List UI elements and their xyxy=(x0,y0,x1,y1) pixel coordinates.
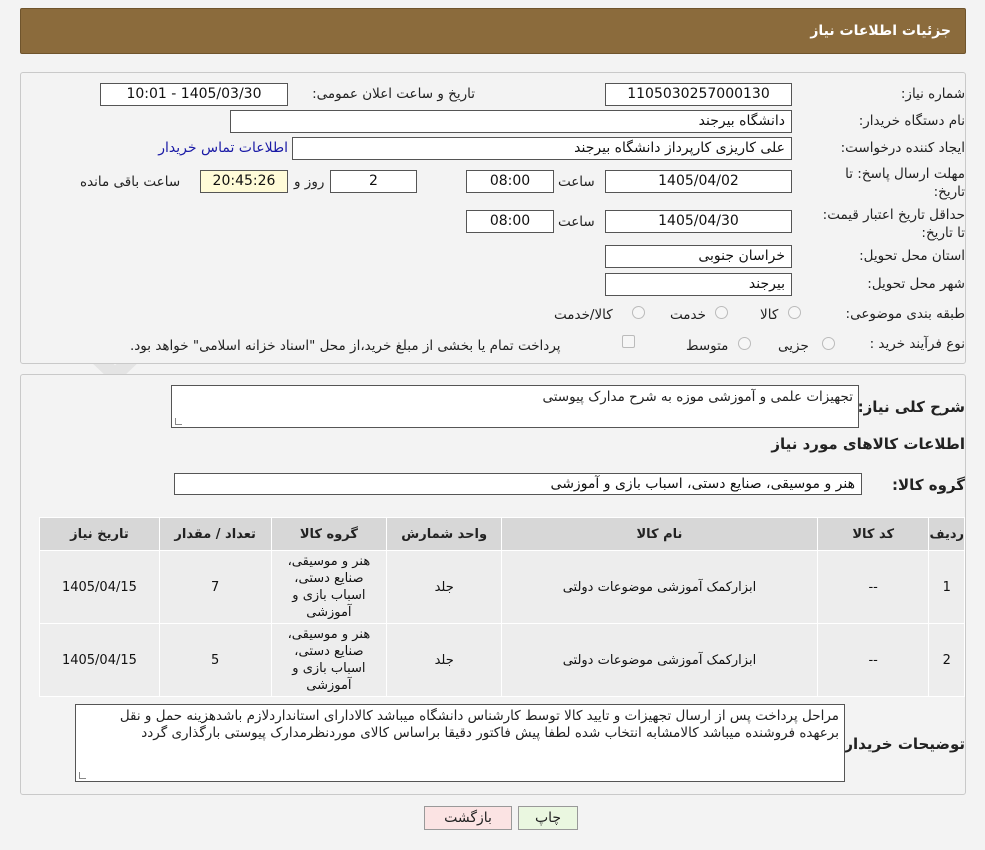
description-text: تجهیزات علمی و آموزشی موزه به شرح مدارک … xyxy=(542,389,853,405)
price-date-field: 1405/04/30 xyxy=(605,210,792,233)
category-goods-service-label: کالا/خدمت xyxy=(554,307,613,323)
resize-grip-icon[interactable] xyxy=(175,418,182,425)
process-medium-radio[interactable] xyxy=(738,337,751,350)
resize-grip-icon[interactable] xyxy=(79,772,86,779)
price-validity-label: حداقل تاریخ اعتبار قیمت: تا تاریخ: xyxy=(822,207,965,241)
goods-info-title: اطلاعات کالاهای مورد نیاز xyxy=(771,435,965,453)
process-label: نوع فرآیند خرید : xyxy=(869,336,965,352)
cell-qty: 7 xyxy=(158,550,272,624)
description-textarea[interactable]: تجهیزات علمی و آموزشی موزه به شرح مدارک … xyxy=(171,385,859,428)
cell-unit: جلد xyxy=(386,550,503,624)
need-number-field: 1105030257000130 xyxy=(605,83,792,106)
category-service-label: خدمت xyxy=(670,307,706,323)
days-field: 2 xyxy=(330,170,417,193)
reply-time-field: 08:00 xyxy=(466,170,554,193)
buyer-notes-text: مراحل پرداخت پس از ارسال تجهیزات و تایید… xyxy=(119,708,839,741)
back-button[interactable]: بازگشت xyxy=(424,806,512,830)
cell-group: هنر و موسیقی، صنایع دستی، اسباب بازی و آ… xyxy=(270,550,388,624)
category-service-radio[interactable] xyxy=(715,306,728,319)
buyer-org-field: دانشگاه بیرجند xyxy=(230,110,792,133)
col-header-name: نام کالا xyxy=(501,517,818,551)
treasury-checkbox[interactable] xyxy=(622,335,635,348)
col-header-unit: واحد شمارش xyxy=(386,517,503,551)
cell-date: 1405/04/15 xyxy=(39,550,160,624)
days-label: روز و xyxy=(294,174,325,190)
col-header-qty: تعداد / مقدار xyxy=(158,517,272,551)
category-label: طبقه بندی موضوعی: xyxy=(845,306,965,322)
goods-group-field: هنر و موسیقی، صنایع دستی، اسباب بازی و آ… xyxy=(174,473,862,495)
cell-code: -- xyxy=(816,623,930,697)
category-goods-service-radio[interactable] xyxy=(632,306,645,319)
province-label: استان محل تحویل: xyxy=(859,248,965,264)
process-minor-label: جزیی xyxy=(778,338,809,354)
buyer-notes-textarea[interactable]: مراحل پرداخت پس از ارسال تجهیزات و تایید… xyxy=(75,704,845,782)
need-number-label: شماره نیاز: xyxy=(900,86,965,102)
remaining-time-label: ساعت باقی مانده xyxy=(80,174,181,190)
cell-group: هنر و موسیقی، صنایع دستی، اسباب بازی و آ… xyxy=(270,623,388,697)
city-label: شهر محل تحویل: xyxy=(867,276,965,292)
description-label: شرح کلی نیاز: xyxy=(857,398,965,416)
category-goods-label: کالا xyxy=(760,307,779,323)
price-time-field: 08:00 xyxy=(466,210,554,233)
buyer-notes-label: توضیحات خریدار: xyxy=(838,735,965,753)
col-header-code: کد کالا xyxy=(816,517,930,551)
remaining-time-field: 20:45:26 xyxy=(200,170,288,193)
cell-code: -- xyxy=(816,550,930,624)
announce-label: تاریخ و ساعت اعلان عمومی: xyxy=(312,86,475,102)
print-button[interactable]: چاپ xyxy=(518,806,578,830)
category-goods-radio[interactable] xyxy=(788,306,801,319)
process-medium-label: متوسط xyxy=(686,338,729,354)
reply-deadline-label: مهلت ارسال پاسخ: تا تاریخ: xyxy=(845,166,965,200)
treasury-note: پرداخت تمام یا بخشی از مبلغ خرید،از محل … xyxy=(130,338,561,354)
table-row: 1 -- ابزارکمک آموزشی موضوعات دولتی جلد ه… xyxy=(39,550,965,624)
cell-row: 1 xyxy=(928,550,965,624)
city-field: بیرجند xyxy=(605,273,792,296)
buyer-contact-link[interactable]: اطلاعات تماس خریدار xyxy=(158,140,288,156)
province-field: خراسان جنوبی xyxy=(605,245,792,268)
cell-date: 1405/04/15 xyxy=(39,623,160,697)
process-minor-radio[interactable] xyxy=(822,337,835,350)
goods-group-label: گروه کالا: xyxy=(892,476,965,494)
col-header-row: ردیف xyxy=(928,517,965,551)
creator-label: ایجاد کننده درخواست: xyxy=(840,140,965,156)
reply-date-field: 1405/04/02 xyxy=(605,170,792,193)
price-time-label: ساعت xyxy=(558,214,595,230)
cell-unit: جلد xyxy=(386,623,503,697)
buyer-org-label: نام دستگاه خریدار: xyxy=(858,113,965,129)
cell-name: ابزارکمک آموزشی موضوعات دولتی xyxy=(501,550,818,624)
col-header-group: گروه کالا xyxy=(270,517,388,551)
cell-qty: 5 xyxy=(158,623,272,697)
announce-datetime-field: 1405/03/30 - 10:01 xyxy=(100,83,288,106)
cell-row: 2 xyxy=(928,623,965,697)
page-header: جزئیات اطلاعات نیاز xyxy=(20,8,966,54)
cell-name: ابزارکمک آموزشی موضوعات دولتی xyxy=(501,623,818,697)
table-row: 2 -- ابزارکمک آموزشی موضوعات دولتی جلد ه… xyxy=(39,623,965,697)
reply-time-label: ساعت xyxy=(558,174,595,190)
col-header-date: تاریخ نیاز xyxy=(39,517,160,551)
goods-table: ردیف کد کالا نام کالا واحد شمارش گروه کا… xyxy=(39,517,965,697)
creator-field: علی کاریزی کارپرداز دانشگاه بیرجند xyxy=(292,137,792,160)
page-title: جزئیات اطلاعات نیاز xyxy=(810,23,951,39)
